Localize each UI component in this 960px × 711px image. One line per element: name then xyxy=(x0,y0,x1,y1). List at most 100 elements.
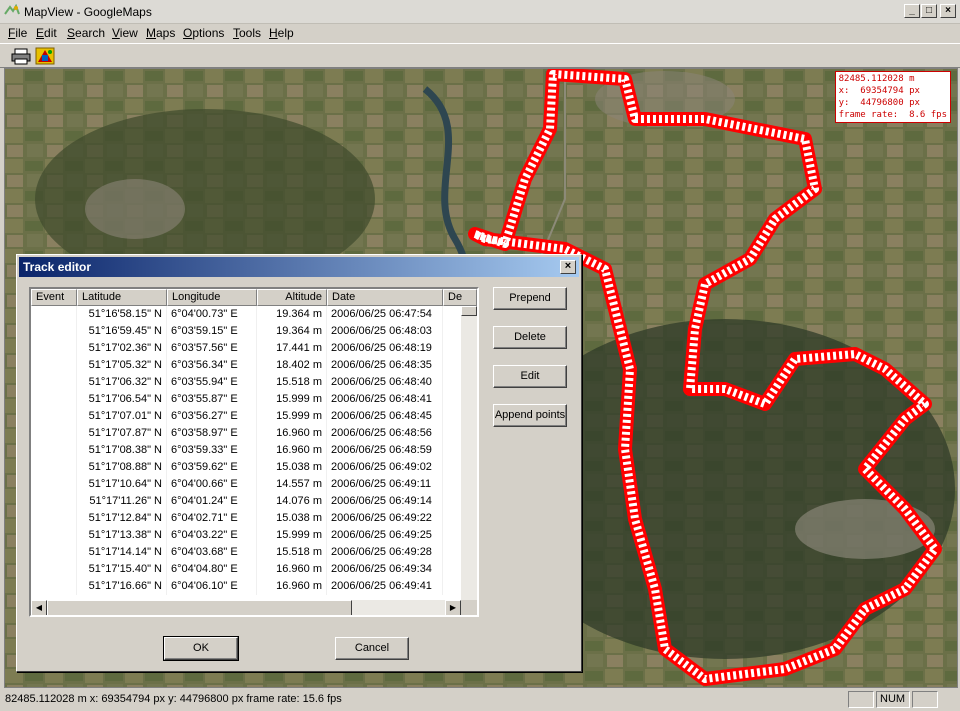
cell-date: 2006/06/25 06:49:02 xyxy=(327,459,443,476)
cell-latitude: 51°17'05.32" N xyxy=(77,357,167,374)
cell-altitude: 14.557 m xyxy=(257,476,327,493)
horizontal-scrollbar[interactable]: ◀ ▶ xyxy=(31,600,461,615)
cell-latitude: 51°17'02.36" N xyxy=(77,340,167,357)
table-row[interactable]: 51°17'07.01" N 6°03'56.27" E 15.999 m 2006/… xyxy=(31,408,461,425)
toolbar xyxy=(0,43,960,68)
cell-date: 2006/06/25 06:49:14 xyxy=(327,493,443,510)
table-row[interactable]: 51°17'06.32" N 6°03'55.94" E 15.518 m 2006/… xyxy=(31,374,461,391)
cell-event xyxy=(31,493,77,510)
cell-latitude: 51°16'59.45" N xyxy=(77,323,167,340)
cell-date: 2006/06/25 06:48:59 xyxy=(327,442,443,459)
cell-longitude: 6°04'02.71" E xyxy=(167,510,257,527)
cancel-button[interactable]: Cancel xyxy=(335,637,409,660)
maximize-button[interactable]: □ xyxy=(921,4,937,18)
minimize-button[interactable]: _ xyxy=(904,4,920,18)
ok-button[interactable]: OK xyxy=(163,636,239,661)
scroll-left-button[interactable]: ◀ xyxy=(31,600,47,615)
cell-event xyxy=(31,374,77,391)
cell-longitude: 6°04'00.66" E xyxy=(167,476,257,493)
table-row[interactable]: 51°17'13.38" N 6°04'03.22" E 15.999 m 2006/… xyxy=(31,527,461,544)
list-header: Event Latitude Longitude Altitude Date D… xyxy=(31,289,477,306)
printer-icon[interactable] xyxy=(10,46,32,66)
table-row[interactable]: 51°17'07.87" N 6°03'58.97" E 16.960 m 2006/… xyxy=(31,425,461,442)
vertical-scrollbar[interactable] xyxy=(461,306,477,600)
cell-altitude: 19.364 m xyxy=(257,323,327,340)
column-header-description[interactable]: De xyxy=(443,289,477,306)
menu-file[interactable]: File xyxy=(8,26,27,40)
menu-bar: File Edit Search View Maps Options Tools… xyxy=(0,24,960,43)
cell-longitude: 6°04'03.22" E xyxy=(167,527,257,544)
table-row[interactable]: 51°17'10.64" N 6°04'00.66" E 14.557 m 2006/… xyxy=(31,476,461,493)
dialog-title-bar[interactable]: Track editor × xyxy=(19,257,579,277)
title-bar: MapView - GoogleMaps _ □ × xyxy=(0,0,960,24)
column-header-date[interactable]: Date xyxy=(327,289,443,306)
cell-latitude: 51°17'06.54" N xyxy=(77,391,167,408)
close-button[interactable]: × xyxy=(940,4,956,18)
menu-view[interactable]: View xyxy=(112,26,138,40)
cell-date: 2006/06/25 06:48:03 xyxy=(327,323,443,340)
table-row[interactable]: 51°17'16.66" N 6°04'06.10" E 16.960 m 2006/… xyxy=(31,578,461,595)
column-header-longitude[interactable]: Longitude xyxy=(167,289,257,306)
table-row[interactable]: 51°17'14.14" N 6°04'03.68" E 15.518 m 2006/… xyxy=(31,544,461,561)
horizontal-scroll-thumb[interactable] xyxy=(47,600,352,615)
append-points-button[interactable]: Append points xyxy=(493,404,567,427)
cell-event xyxy=(31,425,77,442)
maps-icon[interactable] xyxy=(34,46,56,66)
cell-date: 2006/06/25 06:49:11 xyxy=(327,476,443,493)
cell-altitude: 15.999 m xyxy=(257,527,327,544)
dialog-close-button[interactable]: × xyxy=(560,260,576,274)
table-row[interactable]: 51°17'12.84" N 6°04'02.71" E 15.038 m 2006/… xyxy=(31,510,461,527)
town-area xyxy=(85,179,185,239)
menu-search[interactable]: Search xyxy=(67,26,105,40)
table-row[interactable]: 51°17'08.88" N 6°03'59.62" E 15.038 m 2006/… xyxy=(31,459,461,476)
cell-event xyxy=(31,561,77,578)
cell-altitude: 14.076 m xyxy=(257,493,327,510)
cell-event xyxy=(31,578,77,595)
edit-button[interactable]: Edit xyxy=(493,365,567,388)
cell-altitude: 15.038 m xyxy=(257,459,327,476)
column-header-latitude[interactable]: Latitude xyxy=(77,289,167,306)
cell-longitude: 6°03'55.87" E xyxy=(167,391,257,408)
cell-longitude: 6°03'59.62" E xyxy=(167,459,257,476)
cell-altitude: 15.518 m xyxy=(257,544,327,561)
delete-button[interactable]: Delete xyxy=(493,326,567,349)
table-row[interactable]: 51°17'06.54" N 6°03'55.87" E 15.999 m 2006/… xyxy=(31,391,461,408)
menu-options[interactable]: Options xyxy=(183,26,224,40)
cell-date: 2006/06/25 06:48:41 xyxy=(327,391,443,408)
table-row[interactable]: 51°17'15.40" N 6°04'04.80" E 16.960 m 2006/… xyxy=(31,561,461,578)
menu-help[interactable]: Help xyxy=(269,26,294,40)
cell-longitude: 6°03'55.94" E xyxy=(167,374,257,391)
cell-altitude: 15.518 m xyxy=(257,374,327,391)
column-header-altitude[interactable]: Altitude xyxy=(257,289,327,306)
cell-date: 2006/06/25 06:49:25 xyxy=(327,527,443,544)
cell-event xyxy=(31,408,77,425)
cell-longitude: 6°03'56.27" E xyxy=(167,408,257,425)
cell-longitude: 6°03'59.33" E xyxy=(167,442,257,459)
window-title: MapView - GoogleMaps xyxy=(24,5,152,19)
menu-tools[interactable]: Tools xyxy=(233,26,261,40)
table-row[interactable]: 51°17'02.36" N 6°03'57.56" E 17.441 m 2006/… xyxy=(31,340,461,357)
table-row[interactable]: 51°16'59.45" N 6°03'59.15" E 19.364 m 2006/… xyxy=(31,323,461,340)
table-row[interactable]: 51°17'11.26" N 6°04'01.24" E 14.076 m 2006/… xyxy=(31,493,461,510)
table-row[interactable]: 51°16'58.15" N 6°04'00.73" E 19.364 m 2006/… xyxy=(31,306,461,323)
scroll-right-button[interactable]: ▶ xyxy=(445,600,461,615)
cell-event xyxy=(31,544,77,561)
menu-edit[interactable]: Edit xyxy=(36,26,57,40)
cell-event xyxy=(31,357,77,374)
cell-longitude: 6°04'06.10" E xyxy=(167,578,257,595)
vertical-scroll-thumb[interactable] xyxy=(461,306,477,316)
cell-event xyxy=(31,340,77,357)
cell-altitude: 15.999 m xyxy=(257,408,327,425)
menu-maps[interactable]: Maps xyxy=(146,26,175,40)
table-row[interactable]: 51°17'08.38" N 6°03'59.33" E 16.960 m 2006/… xyxy=(31,442,461,459)
cell-date: 2006/06/25 06:49:34 xyxy=(327,561,443,578)
cell-altitude: 16.960 m xyxy=(257,442,327,459)
scrollbar-corner xyxy=(461,600,477,615)
column-header-event[interactable]: Event xyxy=(31,289,77,306)
track-editor-dialog: Track editor × Event Latitude Longitude … xyxy=(16,254,582,672)
table-row[interactable]: 51°17'05.32" N 6°03'56.34" E 18.402 m 2006/… xyxy=(31,357,461,374)
cell-latitude: 51°17'12.84" N xyxy=(77,510,167,527)
prepend-button[interactable]: Prepend xyxy=(493,287,567,310)
cell-date: 2006/06/25 06:49:41 xyxy=(327,578,443,595)
track-points-list[interactable]: Event Latitude Longitude Altitude Date D… xyxy=(29,287,479,617)
